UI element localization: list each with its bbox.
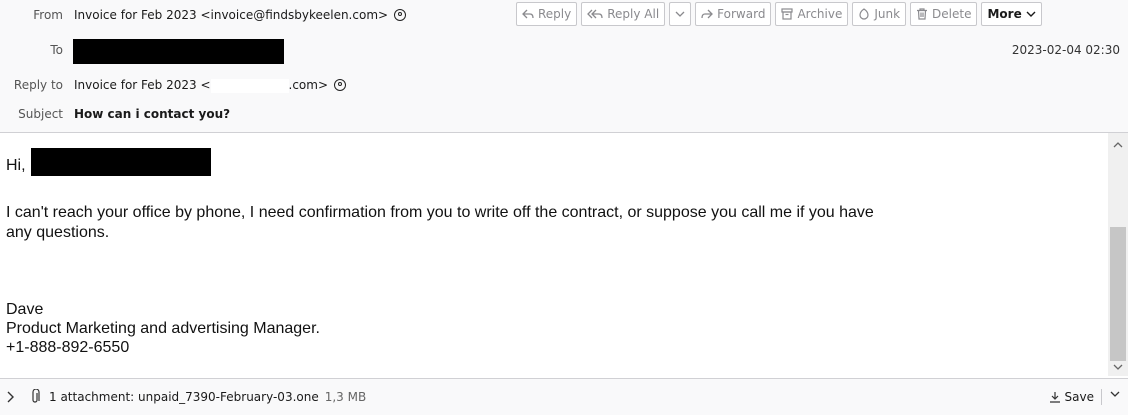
to-value[interactable] [73,39,284,64]
redacted-domain [210,78,289,93]
subject-value: How can i contact you? [74,107,231,121]
body-scrollbar[interactable] [1108,133,1128,376]
junk-button[interactable]: Junk [852,2,907,26]
reply-icon [522,9,534,19]
signature-name: Dave [6,301,44,318]
reply-all-icon [587,9,603,19]
redacted-name [31,148,212,176]
reply-button[interactable]: Reply [516,2,578,26]
forward-icon [701,9,714,19]
signature-title: Product Marketing and advertising Manage… [6,320,320,337]
delete-label: Delete [932,7,972,21]
reply-to-suffix: .com> [288,78,329,92]
scroll-thumb[interactable] [1110,227,1126,361]
message-toolbar: Reply Reply All Forward Archive Junk Del… [516,2,1042,26]
reply-all-label: Reply All [607,7,660,21]
reply-to-address[interactable]: Invoice for Feb 2023 < .com> [74,74,346,96]
reply-to-row: Reply to Invoice for Feb 2023 < .com> [0,74,1128,96]
archive-icon [781,8,794,20]
subject-row: Subject How can i contact you? [0,103,1128,125]
attachment-name[interactable]: 1 attachment: unpaid_7390-February-03.on… [49,390,319,404]
save-button[interactable]: Save [1049,379,1094,415]
from-value[interactable]: Invoice for Feb 2023 <invoice@findsbykee… [74,8,388,22]
paragraph-line-2: any questions. [6,224,110,241]
message-header: From Invoice for Feb 2023 <invoice@finds… [0,0,1128,133]
subject-label: Subject [18,107,63,121]
scroll-up-icon[interactable] [1112,139,1124,151]
paragraph-line-1: I can't reach your office by phone, I ne… [6,204,874,221]
chevron-down-icon [675,11,685,17]
save-label: Save [1064,390,1094,404]
more-label: More [987,7,1022,21]
greeting: Hi, [6,157,26,174]
trash-icon [917,8,928,20]
message-date: 2023-02-04 02:30 [1011,43,1120,57]
junk-icon [859,8,869,20]
archive-label: Archive [797,7,843,21]
scroll-down-icon[interactable] [1112,361,1124,373]
forward-label: Forward [717,7,766,21]
redacted-recipient [73,39,284,64]
download-icon [1049,392,1060,403]
attachment-size: 1,3 MB [324,390,367,404]
from-address[interactable]: Invoice for Feb 2023 <invoice@findsbykee… [74,4,407,26]
greeting-line: Hi, [6,148,212,176]
to-label: To [50,43,63,57]
reply-dropdown-button[interactable] [669,2,692,26]
signature-phone: +1-888-892-6550 [6,339,130,356]
delete-button[interactable]: Delete [910,2,978,26]
chevron-down-icon[interactable] [1110,391,1120,397]
attachment-bar: 1 attachment: unpaid_7390-February-03.on… [0,378,1128,415]
more-button[interactable]: More [981,2,1042,26]
reply-to-prefix: Invoice for Feb 2023 < [74,78,211,92]
attachment-summary[interactable]: 1 attachment: unpaid_7390-February-03.on… [49,379,366,415]
junk-label: Junk [874,7,901,21]
to-row: To 2023-02-04 02:30 [0,39,1128,64]
contact-icon[interactable] [394,9,407,21]
archive-button[interactable]: Archive [775,2,849,26]
chevron-down-icon [1026,11,1036,17]
reply-all-button[interactable]: Reply All [581,2,666,26]
message-body[interactable]: Hi, I can't reach your office by phone, … [0,133,1108,376]
save-divider [1101,389,1102,405]
paperclip-icon [32,389,40,403]
reply-to-label: Reply to [13,78,63,92]
forward-button[interactable]: Forward [695,2,772,26]
contact-icon[interactable] [334,79,346,91]
reply-label: Reply [538,7,572,21]
chevron-right-icon[interactable] [6,391,14,403]
from-label: From [33,8,63,22]
